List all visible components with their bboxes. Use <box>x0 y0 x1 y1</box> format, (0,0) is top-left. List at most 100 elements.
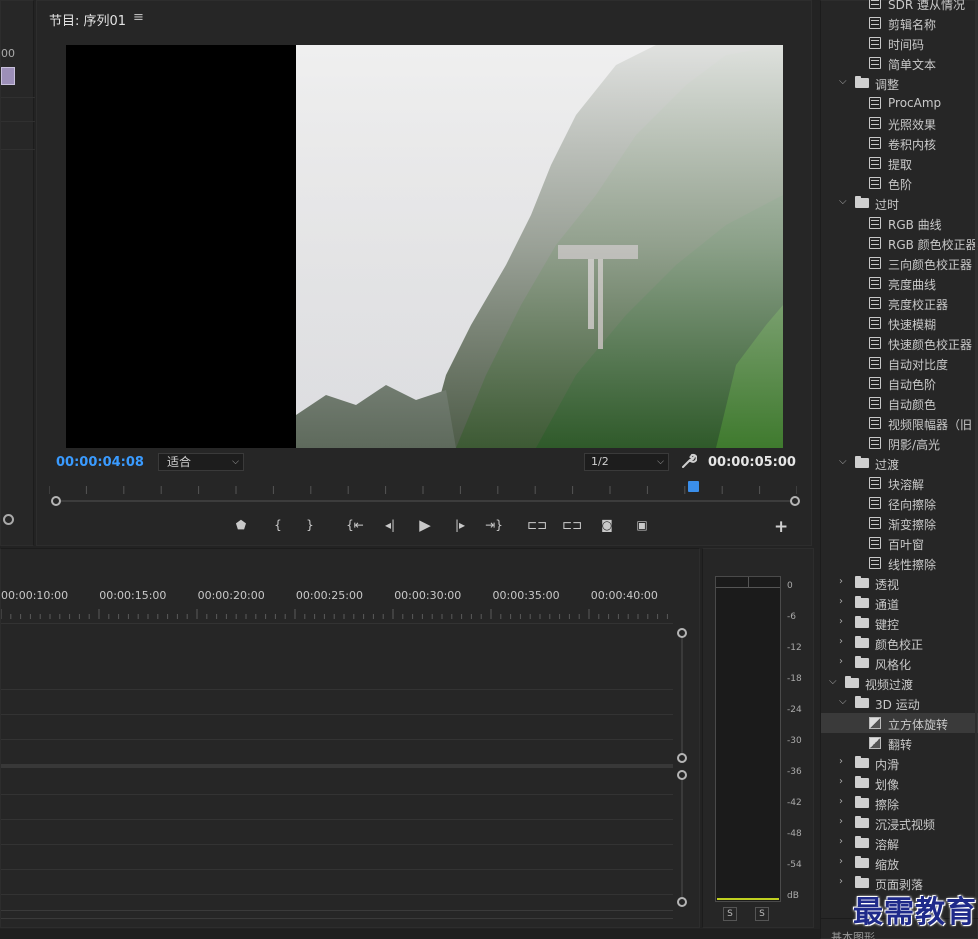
effect-item[interactable]: 卷积内核 <box>821 133 978 153</box>
mark-in-button[interactable]: { <box>267 515 289 535</box>
chevron-right-icon[interactable]: › <box>839 636 843 647</box>
chevron-down-icon[interactable]: ⌵ <box>839 196 847 207</box>
export-frame-button[interactable]: ◙ <box>596 515 618 535</box>
chevron-right-icon[interactable]: › <box>839 776 843 787</box>
playback-resolution-select[interactable]: 1/2 ⌵ <box>584 453 669 471</box>
effects-folder[interactable]: › 划像 <box>821 773 978 793</box>
audio-scroll-bottom-handle[interactable] <box>677 897 687 907</box>
solo-right-button[interactable]: S <box>755 907 769 921</box>
effects-folder[interactable]: ⌵ 过时 <box>821 193 978 213</box>
transition-item[interactable]: 翻转 <box>821 733 978 753</box>
scrub-in-handle[interactable] <box>51 496 61 506</box>
effects-folder[interactable]: › 沉浸式视频 <box>821 813 978 833</box>
video-audio-divider[interactable] <box>1 764 673 768</box>
effect-item[interactable]: 径向擦除 <box>821 493 978 513</box>
chevron-down-icon[interactable]: ⌵ <box>839 456 847 467</box>
mini-time-ruler[interactable] <box>49 480 797 498</box>
video-scroll-bottom-handle[interactable] <box>677 753 687 763</box>
effect-label: 亮度校正器 <box>888 298 949 312</box>
extract-button[interactable]: ⊏⊐ <box>561 515 583 535</box>
add-marker-button[interactable]: ⬟ <box>230 515 252 535</box>
wrench-icon[interactable] <box>681 453 697 469</box>
panel-menu-icon[interactable]: ≡ <box>133 10 144 25</box>
folder-icon <box>855 456 869 468</box>
chevron-right-icon[interactable]: › <box>839 616 843 627</box>
effect-item[interactable]: 亮度曲线 <box>821 273 978 293</box>
effect-item[interactable]: 线性擦除 <box>821 553 978 573</box>
effect-item[interactable]: 光照效果 <box>821 113 978 133</box>
video-track-scrollbar[interactable] <box>681 637 683 757</box>
effects-folder[interactable]: › 键控 <box>821 613 978 633</box>
effects-folder[interactable]: ⌵ 视频过渡 <box>821 673 978 693</box>
effect-item[interactable]: 自动色阶 <box>821 373 978 393</box>
play-button[interactable]: ▶ <box>414 515 436 535</box>
left-handle-icon[interactable] <box>3 514 14 525</box>
effect-item[interactable]: 快速颜色校正器 <box>821 333 978 353</box>
color-swatch[interactable] <box>1 67 15 85</box>
chevron-right-icon[interactable]: › <box>839 756 843 767</box>
transition-item[interactable]: 立方体旋转 <box>821 713 978 733</box>
program-title[interactable]: 节目: 序列01 <box>49 10 126 29</box>
effect-item[interactable]: 快速模糊 <box>821 313 978 333</box>
chevron-down-icon[interactable]: ⌵ <box>829 676 837 687</box>
effect-item[interactable]: 阴影/高光 <box>821 433 978 453</box>
effect-item[interactable]: 渐变擦除 <box>821 513 978 533</box>
effect-item[interactable]: RGB 颜色校正器 <box>821 233 978 253</box>
effects-folder[interactable]: › 风格化 <box>821 653 978 673</box>
lift-button[interactable]: ⊏⊐ <box>526 515 548 535</box>
effect-item[interactable]: 自动颜色 <box>821 393 978 413</box>
effects-folder[interactable]: › 擦除 <box>821 793 978 813</box>
effects-folder[interactable]: › 溶解 <box>821 833 978 853</box>
scrub-out-handle[interactable] <box>790 496 800 506</box>
effect-item[interactable]: SDR 遵从情况 <box>821 0 978 13</box>
chevron-right-icon[interactable]: › <box>839 796 843 807</box>
audio-scroll-top-handle[interactable] <box>677 770 687 780</box>
chevron-right-icon[interactable]: › <box>839 856 843 867</box>
audio-track-scrollbar[interactable] <box>681 779 683 897</box>
effects-folder[interactable]: ⌵ 调整 <box>821 73 978 93</box>
effects-folder[interactable]: › 缩放 <box>821 853 978 873</box>
go-to-in-button[interactable]: {⇤ <box>344 515 366 535</box>
playhead-marker[interactable] <box>688 481 699 492</box>
mark-out-button[interactable]: } <box>299 515 321 535</box>
effects-folder[interactable]: ⌵ 过渡 <box>821 453 978 473</box>
step-back-button[interactable]: ◂| <box>379 515 401 535</box>
effects-scrollbar[interactable] <box>975 1 977 901</box>
effects-folder[interactable]: › 通道 <box>821 593 978 613</box>
zoom-level-select[interactable]: 适合 ⌵ <box>158 453 244 471</box>
effect-item[interactable]: 亮度校正器 <box>821 293 978 313</box>
chevron-right-icon[interactable]: › <box>839 576 843 587</box>
solo-left-button[interactable]: S <box>723 907 737 921</box>
chevron-down-icon[interactable]: ⌵ <box>839 696 847 707</box>
effect-item[interactable]: 三向颜色校正器 <box>821 253 978 273</box>
video-scroll-top-handle[interactable] <box>677 628 687 638</box>
effects-folder[interactable]: ⌵ 3D 运动 <box>821 693 978 713</box>
effect-item[interactable]: 提取 <box>821 153 978 173</box>
scrub-bar[interactable] <box>55 500 795 502</box>
step-forward-button[interactable]: |▸ <box>449 515 471 535</box>
go-to-out-button[interactable]: ⇥} <box>483 515 505 535</box>
effect-item[interactable]: 自动对比度 <box>821 353 978 373</box>
timeline-horizontal-scrollbar[interactable] <box>1 910 673 919</box>
effect-item[interactable]: 剪辑名称 <box>821 13 978 33</box>
effect-item[interactable]: 时间码 <box>821 33 978 53</box>
chevron-right-icon[interactable]: › <box>839 596 843 607</box>
effect-item[interactable]: 简单文本 <box>821 53 978 73</box>
effects-folder[interactable]: › 透视 <box>821 573 978 593</box>
effect-item[interactable]: 视频限幅器（旧 <box>821 413 978 433</box>
current-timecode[interactable]: 00:00:04:08 <box>56 455 144 470</box>
effects-folder[interactable]: › 颜色校正 <box>821 633 978 653</box>
effects-folder[interactable]: › 内滑 <box>821 753 978 773</box>
chevron-right-icon[interactable]: › <box>839 836 843 847</box>
chevron-down-icon[interactable]: ⌵ <box>839 76 847 87</box>
effect-item[interactable]: ProcAmp <box>821 93 978 113</box>
button-editor-add-button[interactable]: + <box>774 517 788 537</box>
compare-view-button[interactable]: ▣ <box>631 515 653 535</box>
chevron-right-icon[interactable]: › <box>839 816 843 827</box>
chevron-right-icon[interactable]: › <box>839 876 843 887</box>
effect-item[interactable]: RGB 曲线 <box>821 213 978 233</box>
effect-item[interactable]: 块溶解 <box>821 473 978 493</box>
effect-item[interactable]: 百叶窗 <box>821 533 978 553</box>
chevron-right-icon[interactable]: › <box>839 656 843 667</box>
effect-item[interactable]: 色阶 <box>821 173 978 193</box>
